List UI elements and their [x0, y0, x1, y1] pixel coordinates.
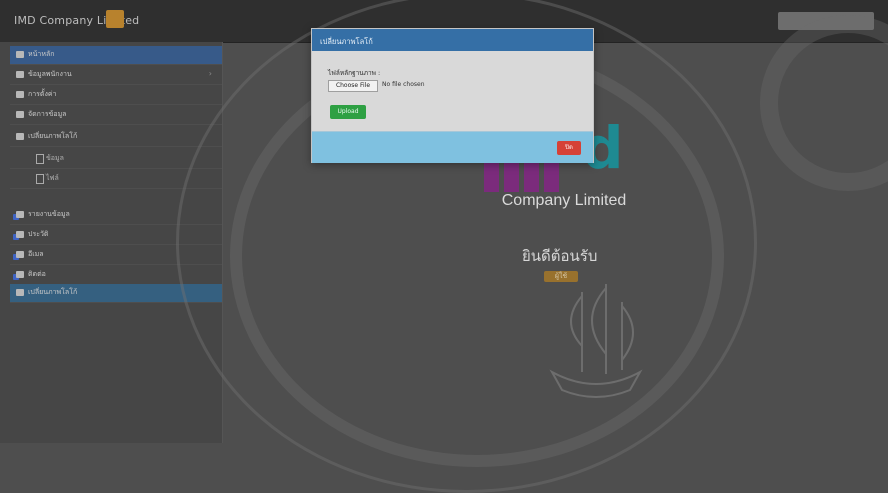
sidebar-item-label: เปลี่ยนภาพโลโก้: [28, 288, 78, 296]
mail-icon: [16, 251, 24, 258]
logo-bar: [484, 162, 499, 192]
sidebar-item-label: ไฟล์: [46, 174, 59, 182]
table-icon: [16, 211, 24, 218]
list-icon: [16, 71, 24, 78]
sidebar-item-settings[interactable]: การตั้งค่า: [10, 86, 222, 105]
file-label: ไฟล์หลักฐานภาพ :: [328, 69, 381, 77]
sidebar-item-label: อีเมล: [28, 250, 44, 258]
modal-title: เปลี่ยนภาพโลโก้: [320, 37, 373, 46]
sidebar-item-label: ข้อมูลพนักงาน: [28, 70, 72, 78]
document-icon: [36, 174, 44, 184]
sidebar-item-label: เปลี่ยนภาพโลโก้: [28, 132, 78, 140]
history-icon: [16, 231, 24, 238]
logo-bar: [504, 162, 519, 192]
logo-bar: [524, 162, 539, 192]
upload-button[interactable]: Upload: [330, 105, 366, 119]
document-icon: [36, 154, 44, 164]
company-name: Company Limited: [501, 192, 627, 209]
modal-body: ไฟล์หลักฐานภาพ : Choose File No file cho…: [312, 51, 593, 131]
sidebar-item-label: จัดการข้อมูล: [28, 110, 67, 118]
folder-icon: [16, 111, 24, 118]
phone-icon: [16, 271, 24, 278]
image-icon: [16, 289, 24, 296]
choose-file-button[interactable]: Choose File: [328, 80, 378, 92]
sidebar-item-label: รายงานข้อมูล: [28, 210, 70, 218]
close-button[interactable]: ปิด: [557, 141, 581, 155]
sidebar-item-label: ประวัติ: [28, 230, 49, 238]
sidebar-item-employee[interactable]: ข้อมูลพนักงาน ›: [10, 66, 222, 85]
sidebar-item-change-logo[interactable]: เปลี่ยนภาพโลโก้: [10, 128, 222, 147]
chevron-icon: ›: [208, 69, 212, 78]
home-icon: [16, 51, 24, 58]
change-logo-modal: เปลี่ยนภาพโลโก้ ไฟล์หลักฐานภาพ : Choose …: [311, 28, 594, 163]
ship-watermark: [549, 284, 643, 398]
welcome-text: ยินดีต้อนรับ: [522, 247, 598, 265]
logo-bar: [544, 162, 559, 192]
brand-icon[interactable]: [106, 10, 124, 28]
sidebar-item-home[interactable]: หน้าหลัก: [10, 46, 222, 65]
sidebar-item-manage[interactable]: จัดการข้อมูล: [10, 106, 222, 125]
modal-footer: ปิด: [312, 131, 593, 163]
gear-icon: [16, 91, 24, 98]
sidebar-item-label: ข้อมูล: [46, 154, 64, 162]
sidebar-item-label: ติดต่อ: [28, 270, 46, 278]
sidebar-item-label: หน้าหลัก: [28, 50, 55, 58]
modal-header: เปลี่ยนภาพโลโก้: [312, 29, 593, 51]
file-status: No file chosen: [382, 81, 425, 88]
image-icon: [16, 133, 24, 140]
sidebar-item-label: การตั้งค่า: [28, 90, 57, 98]
